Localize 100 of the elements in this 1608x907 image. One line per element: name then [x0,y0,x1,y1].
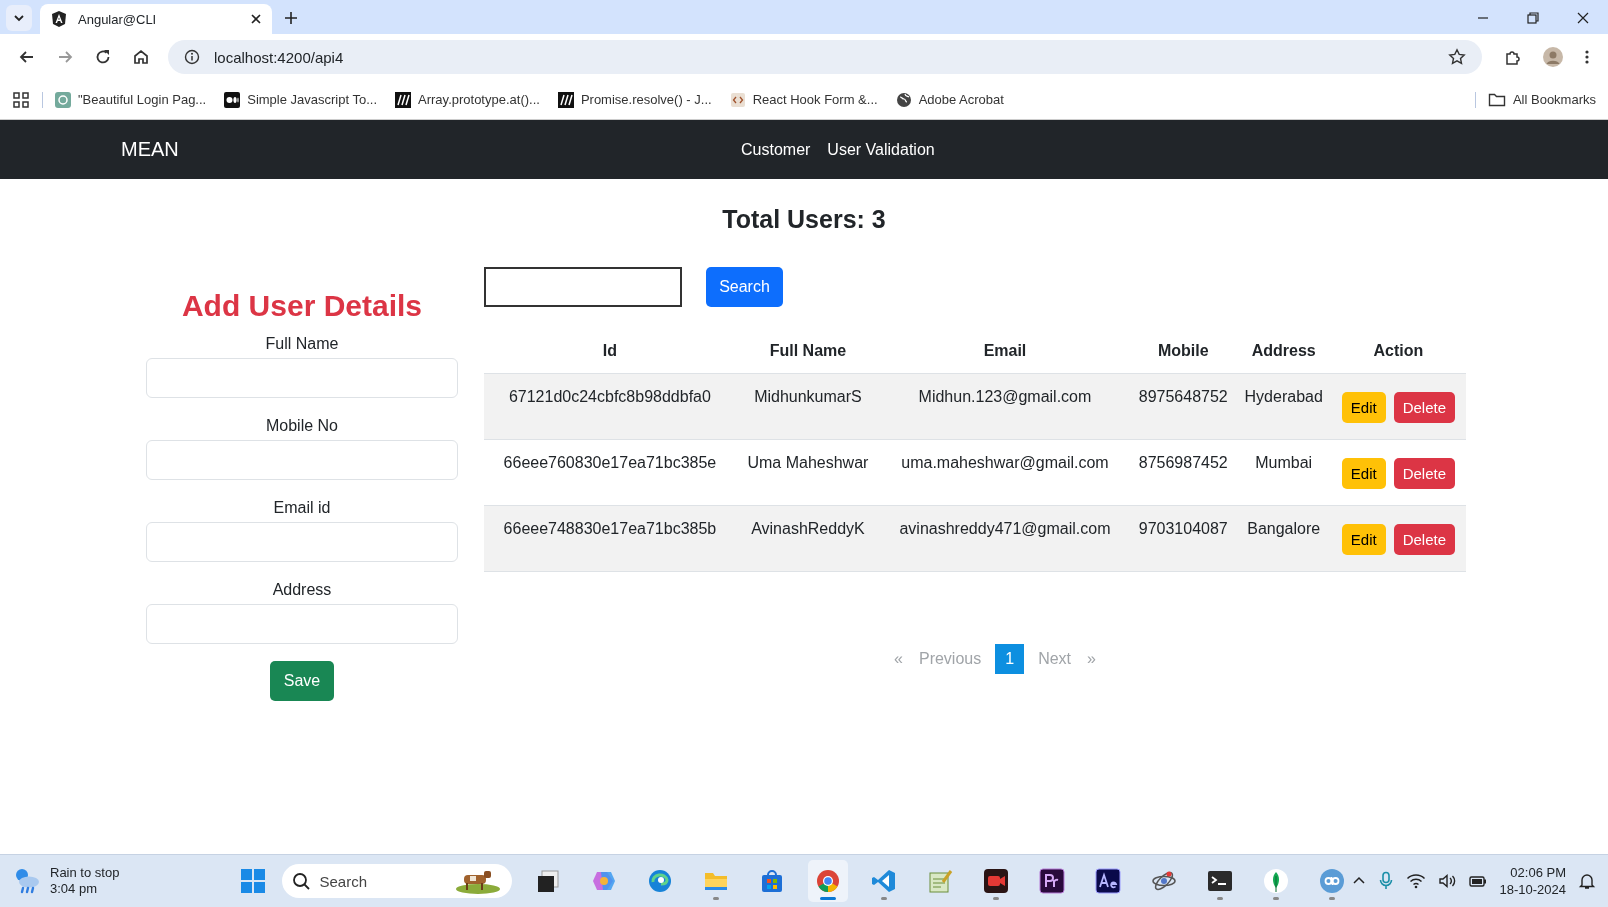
reload-icon[interactable] [94,48,112,66]
bookmark-label: Promise.resolve() - J... [580,92,712,107]
table-cell: Bangalore [1236,505,1331,572]
running-indicator [880,897,887,900]
microphone-icon[interactable] [1377,871,1394,891]
running-indicator [819,897,836,900]
tab-list-button[interactable] [6,5,32,31]
nav-link[interactable]: Customer [741,140,811,159]
weather-text: Rain to stop [50,865,120,881]
column-header: Full Name [735,329,881,374]
bookmark-label: Adobe Acrobat [918,92,1004,107]
input-field[interactable] [146,604,458,644]
lettered-tile-icon [1094,868,1121,894]
star-icon[interactable] [1448,48,1466,66]
table-cell: 9703104087 [1129,505,1237,572]
slashes-logo-icon [395,91,412,108]
dots-logo-icon [224,91,241,108]
field-label: Mobile No [266,417,338,435]
terminal-icon [1206,868,1233,894]
table-cell: 67121d0c24cbfc8b98ddbfa0 [484,373,736,440]
column-header: Action [1330,329,1466,374]
field-label: Address [272,581,332,599]
table-cell: AvinashReddyK [735,505,881,572]
windows-start-icon[interactable] [239,868,266,894]
taskbar-search[interactable]: Search [281,864,512,898]
video-camera-icon [982,868,1009,894]
input-field[interactable] [146,522,458,562]
home-icon[interactable] [132,48,150,66]
column-header: Email [880,329,1130,374]
table-cell: 66eee748830e17ea71bc385b [484,505,736,572]
bookmark-item[interactable]: Promise.resolve() - J... [557,91,712,108]
page-heading: Total Users: 3 [722,205,886,234]
shield-icon [50,10,68,28]
column-header: Address [1236,329,1331,374]
speaker-icon[interactable] [1437,873,1456,889]
close-icon[interactable] [250,13,262,25]
bell-icon[interactable] [1578,872,1596,890]
edit-button[interactable]: Edit [1341,524,1386,555]
bookmark-label: All Bookmarks [1512,92,1596,107]
table-cell: Mumbai [1236,439,1331,506]
close-icon[interactable] [1576,11,1590,25]
table-cell: Midhun.123@gmail.com [880,373,1130,440]
bookmark-item[interactable]: "Beautiful Login Pag... [55,91,207,108]
running-indicator [992,897,999,900]
search-field[interactable] [484,267,682,307]
clock[interactable]: 02:06 PM 18-10-2024 [1499,864,1566,898]
restore-icon[interactable] [1526,11,1540,25]
save-button[interactable]: Save [269,661,335,701]
circle-app-icon [1318,868,1345,894]
delete-button[interactable]: Delete [1393,458,1455,489]
column-header: Mobile [1129,329,1237,374]
code-logo-icon [729,91,746,108]
battery-icon[interactable] [1467,873,1488,889]
leaf-icon [1262,868,1289,894]
column-header: Id [484,329,736,374]
circle-logo-icon [814,868,841,894]
bookmark-item[interactable]: React Hook Form &... [729,91,878,108]
wave-logo-icon [646,868,673,894]
delete-button[interactable]: Delete [1393,524,1455,555]
table-cell: Uma Maheshwar [735,439,881,506]
table-cell: MidhunkumarS [735,373,881,440]
search-button[interactable]: Search [706,267,783,307]
browser-tab[interactable]: Angular@CLI [40,4,272,34]
puzzle-icon[interactable] [1504,48,1522,66]
address-bar[interactable]: localhost:4200/api4 [168,40,1482,74]
search-icon [291,872,310,890]
running-indicator [712,897,719,900]
bookmark-item[interactable]: Adobe Acrobat [895,91,1004,108]
bookmarks-folder[interactable]: All Bookmarks [1487,91,1596,108]
edit-button[interactable]: Edit [1341,392,1386,423]
delete-button[interactable]: Delete [1393,392,1455,423]
bookmark-label: Simple Javascript To... [247,92,378,107]
globe-icon [895,91,912,108]
form-title: Add User Details [181,289,423,323]
bookmark-label: "Beautiful Login Pag... [78,92,207,107]
new-tab-icon[interactable] [284,11,298,25]
field-label: Email id [273,499,331,517]
apps-grid-icon[interactable] [12,90,30,109]
table-cell: 8756987452 [1129,439,1237,506]
running-indicator [1216,897,1223,900]
url-text: localhost:4200/api4 [214,48,344,66]
field-label: Full Name [265,335,339,353]
table-cell: 8975648752 [1129,373,1237,440]
bookmark-item[interactable]: Array.prototype.at()... [395,91,540,108]
chevron-down-icon [13,12,25,24]
brand-link[interactable]: MEAN [121,138,741,161]
lettered-tile-icon [1038,868,1065,894]
weather-time: 3:04 pm [50,881,98,897]
input-field[interactable] [146,358,458,398]
input-field[interactable] [146,440,458,480]
bookmark-item[interactable]: Simple Javascript To... [224,91,378,108]
running-indicator [1328,897,1335,900]
notepad-icon [926,868,953,894]
avatar-icon[interactable] [1542,46,1564,68]
edit-button[interactable]: Edit [1341,458,1386,489]
more-icon[interactable] [1584,48,1590,66]
wifi-icon[interactable] [1405,873,1426,889]
nav-link[interactable]: User Validation [827,140,935,159]
bookmark-label: React Hook Form &... [752,92,878,107]
table-cell: Hyderabad [1236,373,1331,440]
